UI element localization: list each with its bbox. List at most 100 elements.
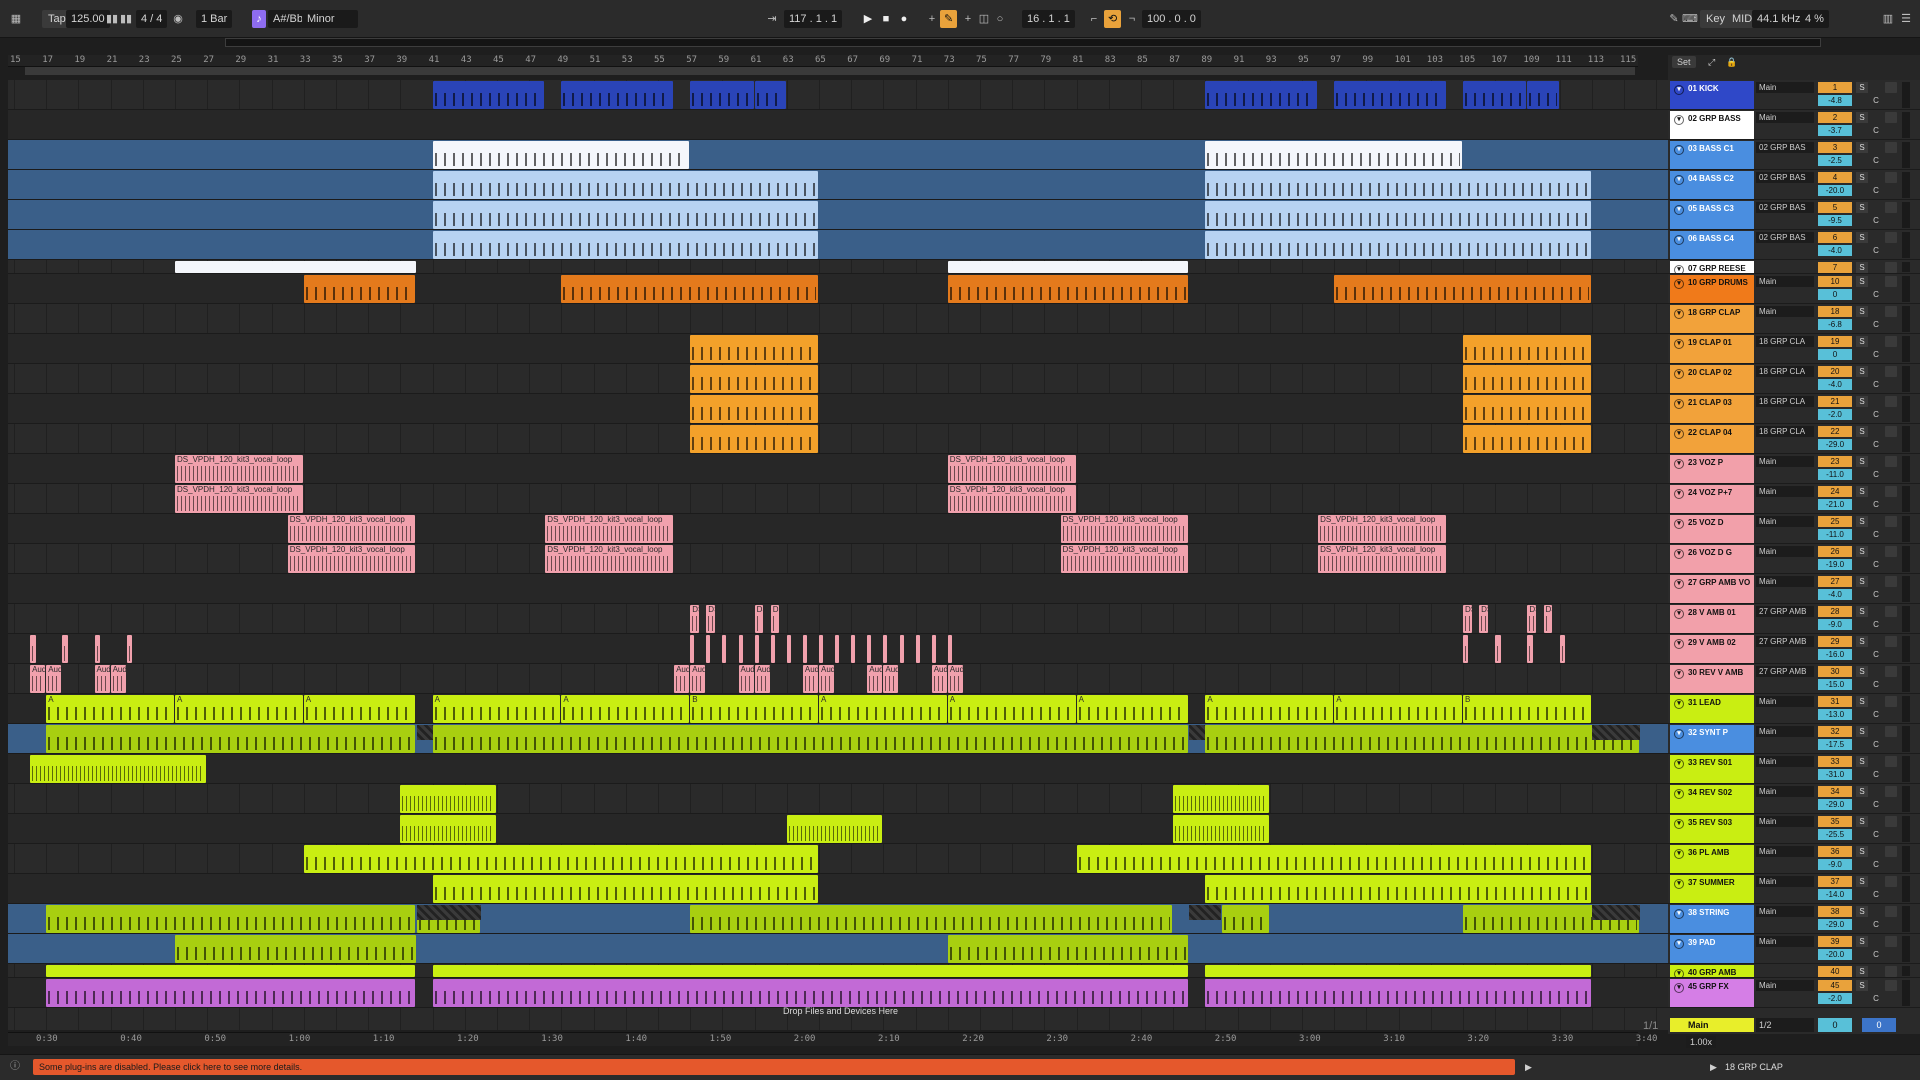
clip[interactable] <box>30 755 207 783</box>
fold-icon[interactable]: ▾ <box>1674 489 1684 499</box>
track-name[interactable]: ▾ 35 REV S03 <box>1670 815 1754 843</box>
clip[interactable] <box>786 635 791 663</box>
track-name[interactable]: ▾ 32 SYNT P <box>1670 725 1754 753</box>
arm-button[interactable] <box>1885 306 1897 317</box>
track-header[interactable]: ▾ 27 GRP AMB VO Main 27 -4.0 S C <box>1668 574 1920 604</box>
clip[interactable]: Aud <box>931 665 947 693</box>
fold-icon[interactable]: ▾ <box>1674 789 1684 799</box>
track-volume[interactable]: -11.0 <box>1818 529 1852 540</box>
arm-button[interactable] <box>1885 366 1897 377</box>
arrangement-overview[interactable] <box>225 38 1821 47</box>
track-volume[interactable]: -31.0 <box>1818 769 1852 780</box>
solo-button[interactable]: S <box>1856 262 1868 273</box>
track-name[interactable]: ▾ 18 GRP CLAP <box>1670 305 1754 333</box>
track-activator[interactable]: 24 <box>1818 486 1852 497</box>
track-volume[interactable]: -4.0 <box>1818 245 1852 256</box>
track-name[interactable]: ▾ 03 BASS C1 <box>1670 141 1754 169</box>
pan-knob[interactable]: C <box>1870 919 1882 930</box>
fold-icon[interactable]: ▾ <box>1674 309 1684 319</box>
track-activator[interactable]: 28 <box>1818 606 1852 617</box>
clip[interactable] <box>690 365 818 393</box>
track-output-route[interactable]: 02 GRP BAS <box>1756 142 1814 153</box>
arm-button[interactable] <box>1885 980 1897 991</box>
pan-knob[interactable]: C <box>1870 829 1882 840</box>
track-name[interactable]: ▾ 20 CLAP 02 <box>1670 365 1754 393</box>
clip[interactable]: DS <box>1463 605 1472 633</box>
metronome-icon[interactable]: ◉ <box>170 10 186 28</box>
clip[interactable] <box>690 635 695 663</box>
clip[interactable] <box>1463 395 1591 423</box>
clip[interactable] <box>432 171 818 199</box>
nudge-up-icon[interactable]: ▮▮ <box>118 10 134 28</box>
track-header[interactable]: ▾ 45 GRP FX Main 45 -2.0 S C <box>1668 978 1920 1008</box>
solo-button[interactable]: S <box>1856 276 1868 287</box>
pan-knob[interactable]: C <box>1870 709 1882 720</box>
clip[interactable] <box>802 635 807 663</box>
fold-icon[interactable]: ▾ <box>1674 909 1684 919</box>
clip[interactable] <box>46 965 416 977</box>
track-output-route[interactable]: Main <box>1756 980 1814 991</box>
clip[interactable] <box>62 635 68 663</box>
clip[interactable] <box>46 905 416 933</box>
track-volume[interactable]: -14.0 <box>1818 889 1852 900</box>
arrangement-position-field[interactable]: 117 . 1 . 1 <box>784 10 843 28</box>
main-track-row[interactable]: Main 1/2 0 0 <box>1668 1016 1920 1034</box>
track-name[interactable]: ▾ 34 REV S02 <box>1670 785 1754 813</box>
clip[interactable] <box>175 935 416 963</box>
solo-button[interactable]: S <box>1856 906 1868 917</box>
clip[interactable]: A <box>1076 695 1189 723</box>
clip[interactable]: Aud <box>110 665 126 693</box>
clip[interactable] <box>819 635 823 663</box>
fold-icon[interactable]: ▾ <box>1674 85 1684 95</box>
track-activator[interactable]: 32 <box>1818 726 1852 737</box>
arm-button[interactable] <box>1885 876 1897 887</box>
fold-icon[interactable]: ▾ <box>1674 639 1684 649</box>
clip[interactable] <box>432 875 818 903</box>
session-record-icon[interactable]: ○ <box>992 10 1008 28</box>
track-name[interactable]: ▾ 04 BASS C2 <box>1670 171 1754 199</box>
clip[interactable] <box>30 635 36 663</box>
solo-button[interactable]: S <box>1856 846 1868 857</box>
track-header[interactable]: ▾ 33 REV S01 Main 33 -31.0 S C <box>1668 754 1920 784</box>
track-activator[interactable]: 3 <box>1818 142 1852 153</box>
arm-button[interactable] <box>1885 846 1897 857</box>
clip[interactable] <box>400 815 496 843</box>
track-output-route[interactable]: 02 GRP BAS <box>1756 172 1814 183</box>
clip[interactable]: A <box>1205 695 1334 723</box>
clip[interactable] <box>1463 425 1591 453</box>
track-volume[interactable]: -13.0 <box>1818 709 1852 720</box>
clip[interactable] <box>754 635 759 663</box>
arm-button[interactable] <box>1885 726 1897 737</box>
track-name[interactable]: ▾ 37 SUMMER <box>1670 875 1754 903</box>
clip[interactable] <box>1205 231 1591 259</box>
clip[interactable]: Aud <box>46 665 62 693</box>
clip[interactable]: Aud <box>30 665 46 693</box>
track-output-route[interactable]: Main <box>1756 726 1814 737</box>
arrangement-view[interactable]: DS_VPDH_120_kit3_vocal_loop DS_VPDH_120_k… <box>8 80 1668 1030</box>
track-output-route[interactable]: Main <box>1756 816 1814 827</box>
track-activator[interactable]: 10 <box>1818 276 1852 287</box>
arm-button[interactable] <box>1885 142 1897 153</box>
track-activator[interactable]: 26 <box>1818 546 1852 557</box>
zoom-display[interactable]: 1.00x <box>1686 1036 1717 1048</box>
track-header[interactable]: ▾ 05 BASS C3 02 GRP BAS 5 -9.5 S C <box>1668 200 1920 230</box>
track-name[interactable]: ▾ 22 CLAP 04 <box>1670 425 1754 453</box>
capture-midi-icon[interactable]: ◫ <box>976 10 992 28</box>
track-activator[interactable]: 29 <box>1818 636 1852 647</box>
computer-keyboard-icon[interactable]: ⌨ <box>1682 10 1698 28</box>
arm-button[interactable] <box>1885 696 1897 707</box>
pan-knob[interactable]: C <box>1870 185 1882 196</box>
pan-knob[interactable]: C <box>1870 859 1882 870</box>
clip[interactable] <box>947 261 1189 273</box>
fold-icon[interactable]: ▾ <box>1674 939 1684 949</box>
clip[interactable] <box>46 979 416 1007</box>
clip[interactable] <box>1173 815 1269 843</box>
track-volume[interactable]: 0 <box>1818 349 1852 360</box>
track-output-route[interactable]: Main <box>1756 516 1814 527</box>
pan-knob[interactable]: C <box>1870 95 1882 106</box>
track-output-route[interactable]: 18 GRP CLA <box>1756 396 1814 407</box>
fold-icon[interactable]: ▾ <box>1674 369 1684 379</box>
clip[interactable] <box>126 635 133 663</box>
arm-button[interactable] <box>1885 576 1897 587</box>
clip[interactable]: DS_VPDH_120_kit3_vocal_loop <box>947 485 1076 513</box>
